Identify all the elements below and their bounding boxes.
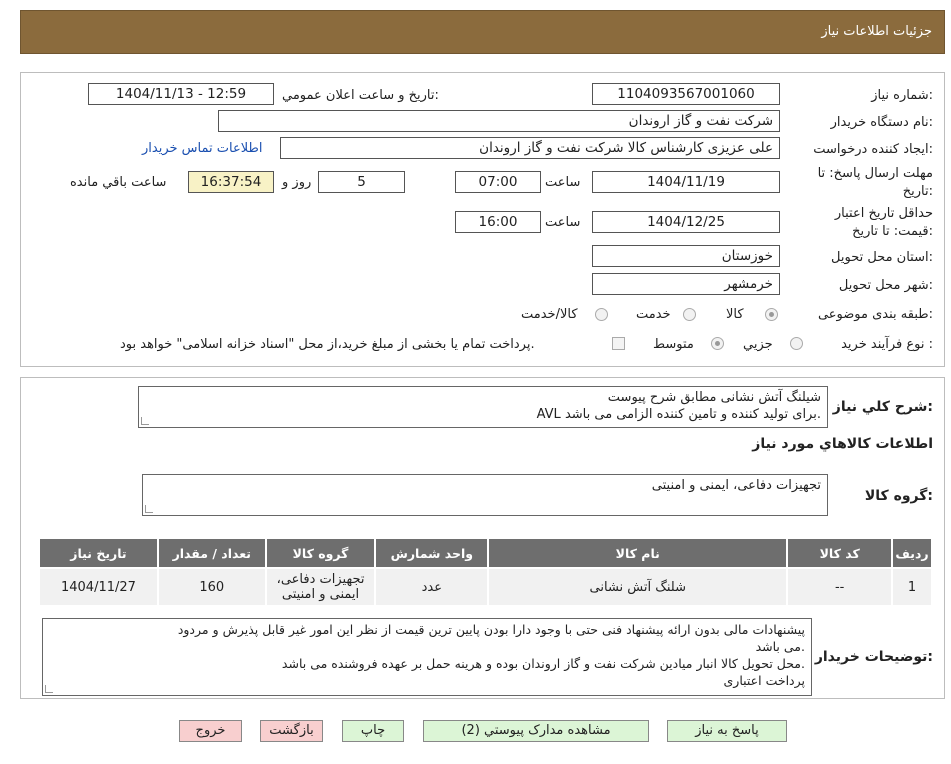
print-button[interactable]: چاپ [342, 720, 404, 742]
exit-button[interactable]: خروج [179, 720, 242, 742]
resize-grip-icon[interactable] [145, 505, 153, 513]
process-label: نوع فرآیند خرید : [841, 337, 933, 352]
province-field: خوزستان [592, 245, 780, 267]
goods-group-label: گروه کالا: [864, 488, 933, 504]
buyer-notes-label: توضیحات خریدار: [814, 649, 933, 665]
resize-grip-icon[interactable] [45, 685, 53, 693]
deadline-time-label: ساعت [545, 175, 581, 190]
buyer-notes-line-4: پرداخت اعتباری [723, 673, 806, 688]
cell-code: -- [786, 567, 894, 607]
goods-group-textarea[interactable]: تجهیزات دفاعی، ایمنی و امنیتی [142, 474, 828, 516]
process-option-medium: متوسط [653, 337, 694, 352]
page-header: جزئیات اطلاعات نیاز [20, 10, 945, 54]
back-button[interactable]: بازگشت [260, 720, 323, 742]
city-label: شهر محل تحویل: [838, 278, 933, 293]
description-textarea[interactable]: شیلنگ آتش نشانی مطابق شرح پیوست AVL برای… [138, 386, 828, 428]
description-label: شرح کلي نياز: [832, 399, 933, 415]
requester-label: ایجاد کننده درخواست: [813, 142, 933, 157]
process-radio-medium[interactable] [711, 337, 724, 350]
validity-label-1: حداقل تاريخ اعتبار [834, 206, 933, 221]
category-option-service: خدمت [636, 307, 671, 322]
process-radio-minor[interactable] [790, 337, 803, 350]
col-unit: واحد شمارش [374, 537, 490, 569]
buyer-notes-line-2: می باشد. [755, 639, 805, 654]
buyer-notes-textarea[interactable]: پیشنهادات مالی بدون ارائه پیشنهاد فنی حت… [42, 618, 812, 696]
description-line-1: شیلنگ آتش نشانی مطابق شرح پیوست [607, 390, 821, 405]
days-label: روز و [282, 175, 312, 190]
validity-date-field: 1404/12/25 [592, 211, 780, 233]
announce-field: 1404/11/13 - 12:59 [88, 83, 274, 105]
cell-row: 1 [891, 567, 933, 607]
deadline-date-field: 1404/11/19 [592, 171, 780, 193]
col-date: تاریخ نیاز [38, 537, 159, 569]
cell-date: 1404/11/27 [38, 567, 159, 607]
col-qty: تعداد / مقدار [156, 537, 267, 569]
category-radio-both[interactable] [595, 308, 608, 321]
buyer-org-label: نام دستگاه خریدار: [830, 115, 933, 130]
treasury-note: پرداخت تمام یا بخشی از مبلغ خرید،از محل … [120, 337, 535, 352]
need-number-label: شماره نیاز: [871, 88, 933, 103]
resize-grip-icon[interactable] [141, 417, 149, 425]
remaining-time-field: 16:37:54 [188, 171, 274, 193]
reply-button[interactable]: پاسخ به نياز [667, 720, 787, 742]
days-field: 5 [318, 171, 405, 193]
items-table-wrap: رديف کد کالا نام کالا واحد شمارش گروه کا… [38, 537, 933, 607]
cell-qty: 160 [156, 567, 267, 607]
validity-time-label: ساعت [545, 215, 581, 230]
process-option-minor: جزیي [743, 337, 773, 352]
view-attachments-button[interactable]: مشاهده مدارک پيوستي (2) [423, 720, 649, 742]
deadline-time-field: 07:00 [455, 171, 541, 193]
col-group: گروه کالا [264, 537, 377, 569]
category-option-goods: کالا [726, 307, 744, 322]
table-row: 1 -- شلنگ آتش نشانی عدد تجهیزات دفاعی، ا… [38, 567, 933, 607]
col-row: رديف [891, 537, 933, 569]
treasury-checkbox[interactable] [612, 337, 625, 350]
cell-name: شلنگ آتش نشانی [487, 567, 789, 607]
remaining-label: ساعت باقي مانده [70, 175, 167, 190]
need-number-field: 1104093567001060 [592, 83, 780, 105]
category-radio-goods[interactable] [765, 308, 778, 321]
buyer-contact-link[interactable]: اطلاعات تماس خریدار [142, 141, 262, 156]
validity-time-field: 16:00 [455, 211, 541, 233]
deadline-label-2: تاریخ: [902, 184, 933, 199]
buyer-notes-line-3: محل تحویل کالا انبار میادین شرکت نفت و گ… [281, 656, 805, 671]
province-label: استان محل تحویل: [831, 250, 933, 265]
buyer-notes-line-1: پیشنهادات مالی بدون ارائه پیشنهاد فنی حت… [177, 622, 805, 637]
col-name: نام کالا [487, 537, 789, 569]
category-option-both: کالا/خدمت [521, 307, 578, 322]
deadline-label-1: مهلت ارسال پاسخ: تا [817, 166, 933, 181]
buyer-org-field: شرکت نفت و گاز اروندان [218, 110, 780, 132]
col-code: کد کالا [786, 537, 894, 569]
category-label: طبقه بندی موضوعی: [817, 307, 933, 322]
cell-group: تجهیزات دفاعی، ایمنی و امنیتی [264, 567, 377, 607]
items-table: رديف کد کالا نام کالا واحد شمارش گروه کا… [38, 537, 933, 607]
description-line-2: AVL برای تولید کننده و تامین کننده الزام… [536, 407, 821, 422]
city-field: خرمشهر [592, 273, 780, 295]
announce-label: تاریخ و ساعت اعلان عمومي: [282, 88, 439, 103]
requester-field: علی عزیزی کارشناس کالا شرکت نفت و گاز ار… [280, 137, 780, 159]
goods-section-title: اطلاعات کالاهاي مورد نياز [752, 436, 933, 452]
validity-label-2: قيمت: تا تاريخ: [852, 224, 933, 239]
cell-unit: عدد [374, 567, 490, 607]
goods-group-value: تجهیزات دفاعی، ایمنی و امنیتی [651, 478, 821, 493]
category-radio-service[interactable] [683, 308, 696, 321]
page-title: جزئیات اطلاعات نیاز [821, 24, 932, 39]
